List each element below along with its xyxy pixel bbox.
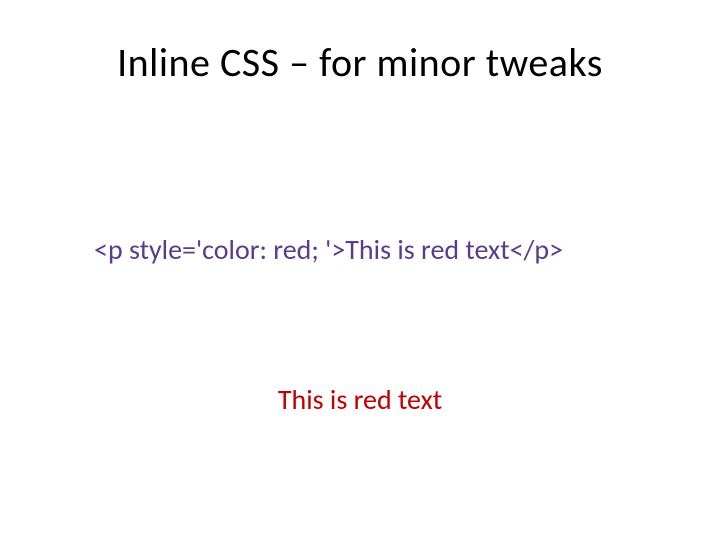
slide-title: Inline CSS – for minor tweaks [0, 38, 720, 87]
rendered-output: This is red text [0, 382, 720, 417]
code-example: <p style='color: red; '>This is red text… [94, 232, 563, 267]
